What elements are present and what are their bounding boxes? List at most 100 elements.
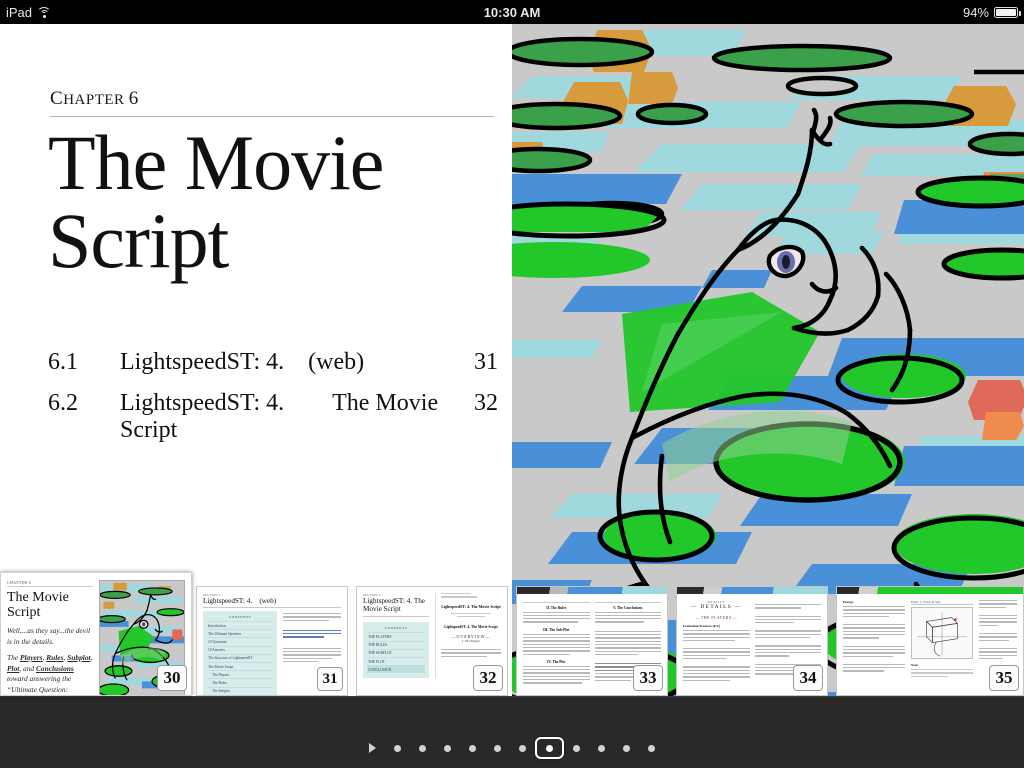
page-dot-navigation[interactable]	[0, 728, 1024, 768]
status-bar-right: 94%	[963, 5, 1018, 20]
thumbnail-right-title: LightspeedST: 4. The Movie Script	[441, 604, 501, 609]
page-number-badge: 33	[633, 665, 663, 691]
page-title: The Movie Script	[48, 124, 508, 280]
nav-dot-6[interactable]	[510, 735, 535, 761]
dot-icon	[519, 745, 526, 752]
dot-icon	[623, 745, 630, 752]
page-thumbnails: CHAPTER 6 The Movie Script Well,...as th…	[0, 572, 1024, 696]
contents-item: Introduction	[207, 621, 273, 629]
nav-dot-5[interactable]	[485, 735, 510, 761]
page-number-badge: 35	[989, 665, 1019, 691]
thumbnail-body-lines	[683, 630, 750, 681]
contents-item: The Players	[207, 670, 273, 678]
thumbnail-page-30[interactable]: CHAPTER 6 The Movie Script Well,...as th…	[0, 572, 192, 696]
clock-label: 10:30 AM	[0, 5, 1024, 20]
thumbnail-section-title: LightspeedST: 4. The Movie Script	[441, 625, 501, 629]
thumbnail-top-image	[517, 587, 667, 594]
thumbnail-body-lines	[843, 606, 905, 672]
thumbnail-body-lines-3	[441, 649, 501, 657]
thumbnail-heading: Notes	[911, 663, 973, 667]
play-triangle-icon	[369, 743, 376, 753]
thumbnail-rule	[7, 586, 93, 587]
dot-icon	[419, 745, 426, 752]
thumbnail-page-33[interactable]: II. The Rules III. The Sub-Plot IV. The …	[516, 586, 668, 696]
contents-item: CONCLUSION	[367, 665, 425, 673]
thumbnail-subheading: Formation/Tractors (F/T)	[683, 624, 750, 628]
contents-item: The Rules	[207, 678, 273, 686]
toc-entry-number: 6.1	[48, 349, 120, 376]
page-number-badge: 31	[317, 667, 343, 691]
thumbnail-heading: The Movie Script	[7, 590, 93, 620]
dot-icon	[394, 745, 401, 752]
contents-item: 10 Questions	[207, 637, 273, 645]
chapter-toc: 6.1 LightspeedST: 4. (web) 31 6.2 Lights…	[48, 349, 498, 458]
thumbnail-top-image	[677, 587, 827, 594]
contents-item: THE PLAYERS	[367, 632, 425, 640]
toc-entry[interactable]: 6.1 LightspeedST: 4. (web) 31	[48, 349, 498, 376]
thumbnail-body-lines	[755, 600, 822, 675]
status-bar: iPad 10:30 AM 94%	[0, 0, 1024, 24]
nav-dot-3[interactable]	[435, 735, 460, 761]
toc-entry-label: LightspeedST: 4. The Movie Script	[120, 390, 474, 444]
thumbnail-text-column: CHAPTER 6 The Movie Script Well,...as th…	[7, 580, 93, 696]
thumbnail-page-35[interactable]: Energy Figure 1: Charge & Spin	[836, 586, 1024, 696]
nav-dot-2[interactable]	[410, 735, 435, 761]
thumbnail-body-lines	[523, 666, 590, 684]
toc-entry-page: 31	[474, 349, 498, 376]
figure-caption: Figure 1: Charge & Spin	[911, 600, 973, 605]
nav-marker-play[interactable]	[360, 735, 385, 761]
thumbnail-heading: Energy	[843, 600, 905, 604]
thumbnail-page-32[interactable]: SECTION 2 LightspeedST: 4. The Movie Scr…	[356, 586, 508, 696]
ipad-reader-screen: iPad 10:30 AM 94% CHAPTER 6 The Movie Sc…	[0, 0, 1024, 768]
thumbnail-rule	[203, 607, 341, 608]
thumbnail-page-34[interactable]: ··· DETAILS ··· — DETAILS — — THE PLAYER…	[676, 586, 828, 696]
nav-dot-10[interactable]	[614, 735, 639, 761]
thumbnail-top-image	[837, 587, 1023, 594]
battery-percent-label: 94%	[963, 5, 989, 20]
chapter-kicker: CHAPTER 6	[50, 88, 139, 110]
figure-box	[911, 607, 973, 659]
thumbnail-heading: LightspeedST: 4. (web)	[203, 597, 341, 605]
nav-dot-8[interactable]	[564, 735, 589, 761]
thumbnail-body-lines	[523, 634, 590, 655]
toc-entry-label: LightspeedST: 4. (web)	[120, 349, 474, 376]
dot-icon	[494, 745, 501, 752]
thumbnail-body-lines	[979, 600, 1017, 659]
contents-item: THE PLOT	[367, 657, 425, 665]
thumbnail-page-31[interactable]: SECTION 1 LightspeedST: 4. (web) CONTENT…	[196, 586, 348, 696]
nav-dot-9[interactable]	[589, 735, 614, 761]
contents-item: 10 Answers	[207, 646, 273, 654]
thumbnail-contents-box: CONTENTS Introduction The Ultimate Quest…	[203, 611, 277, 696]
page-number-badge: 30	[157, 665, 187, 691]
thumbnail-body-1: Well,...as they say...the devil is in th…	[7, 626, 93, 647]
chapter-divider	[50, 116, 494, 117]
thumbnail-heading: V. The Conclusions	[595, 606, 662, 610]
thumbnail-body-lines	[523, 612, 590, 623]
nav-dot-7-selected[interactable]	[535, 737, 564, 759]
dot-icon	[469, 745, 476, 752]
thumbnail-contents-box: CONTENTS THE PLAYERS THE RULES THE SUBPL…	[363, 622, 429, 678]
dot-icon	[444, 745, 451, 752]
dot-icon	[598, 745, 605, 752]
dot-icon	[546, 745, 553, 752]
nav-dot-11[interactable]	[639, 735, 664, 761]
thumbnail-body-2: The Players, Rules, Subplot, Plot, and C…	[7, 653, 93, 695]
thumbnail-body-lines	[911, 669, 973, 677]
nav-dot-4[interactable]	[460, 735, 485, 761]
thumbnail-kicker: CHAPTER 6	[7, 580, 93, 585]
toc-entry[interactable]: 6.2 LightspeedST: 4. The Movie Script 32	[48, 390, 498, 444]
dot-icon	[573, 745, 580, 752]
page-number-badge: 34	[793, 665, 823, 691]
toc-entry-number: 6.2	[48, 390, 120, 417]
toc-entry-page: 32	[474, 390, 498, 417]
contents-item: The Subplot	[207, 687, 273, 695]
contents-item: The Ultimate Question	[207, 629, 273, 637]
thumbnail-heading: II. The Rules	[523, 606, 590, 610]
thumbnail-rule	[363, 616, 429, 617]
nav-dot-1[interactable]	[385, 735, 410, 761]
contents-item: The Structure of LightspeedST	[207, 654, 273, 662]
thumbnail-heading: IV. The Plot	[523, 660, 590, 664]
thumbnail-heading: LightspeedST: 4. The Movie Script	[363, 597, 429, 614]
thumbnail-heading: — DETAILS —	[683, 604, 750, 610]
contents-item: The Plot	[207, 695, 273, 696]
